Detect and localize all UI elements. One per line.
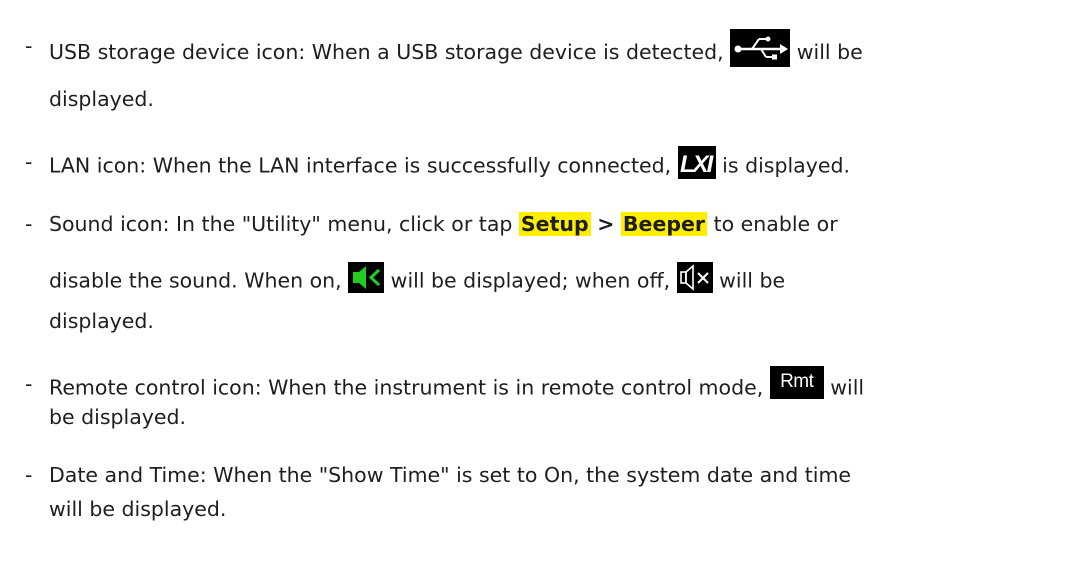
sound-line-3: displayed. bbox=[49, 309, 154, 333]
usb-text-after: will be bbox=[790, 40, 863, 64]
usb-text-before: USB storage device icon: When a USB stor… bbox=[49, 40, 731, 64]
lan-text-after: is displayed. bbox=[715, 153, 850, 178]
menu-separator: > bbox=[597, 212, 615, 236]
usb-line-1: USB storage device icon: When a USB stor… bbox=[49, 29, 863, 72]
document-page: - USB storage device icon: When a USB st… bbox=[0, 0, 1069, 579]
remote-icon: Rmt bbox=[769, 366, 824, 399]
datetime-line-1: Date and Time: When the "Show Time" is s… bbox=[49, 463, 852, 487]
list-bullet: - bbox=[25, 150, 33, 174]
lxi-icon: LXI bbox=[677, 146, 716, 179]
sound-line2-after: will be bbox=[712, 268, 786, 293]
list-bullet: - bbox=[25, 463, 33, 487]
sound-text-after: to enable or bbox=[707, 212, 838, 236]
sound-line-2: disable the sound. When on, will be disp… bbox=[49, 262, 786, 297]
sound-line-1: Sound icon: In the "Utility" menu, click… bbox=[49, 212, 838, 236]
datetime-line-2: will be displayed. bbox=[49, 497, 227, 521]
sound-line2-mid: will be displayed; when off, bbox=[384, 268, 677, 293]
usb-icon bbox=[730, 29, 791, 67]
sound-off-icon bbox=[676, 262, 713, 293]
remote-line-2: be displayed. bbox=[49, 405, 187, 429]
list-bullet: - bbox=[25, 372, 33, 396]
list-bullet: - bbox=[25, 212, 33, 236]
list-bullet: - bbox=[25, 34, 33, 58]
lan-text-before: LAN icon: When the LAN interface is succ… bbox=[49, 153, 678, 178]
remote-text-after: will bbox=[823, 375, 865, 400]
sound-line2-before: disable the sound. When on, bbox=[49, 268, 349, 293]
lan-line-1: LAN icon: When the LAN interface is succ… bbox=[49, 146, 850, 183]
usb-line-2: displayed. bbox=[49, 87, 154, 111]
remote-text-before: Remote control icon: When the instrument… bbox=[49, 375, 770, 400]
svg-text:LXI: LXI bbox=[680, 151, 715, 178]
sound-on-icon bbox=[348, 262, 385, 293]
setup-menu-label: Setup bbox=[518, 212, 591, 236]
remote-line-1: Remote control icon: When the instrument… bbox=[49, 366, 865, 405]
beeper-menu-label: Beeper bbox=[620, 212, 708, 236]
sound-text-before: Sound icon: In the "Utility" menu, click… bbox=[49, 212, 519, 236]
